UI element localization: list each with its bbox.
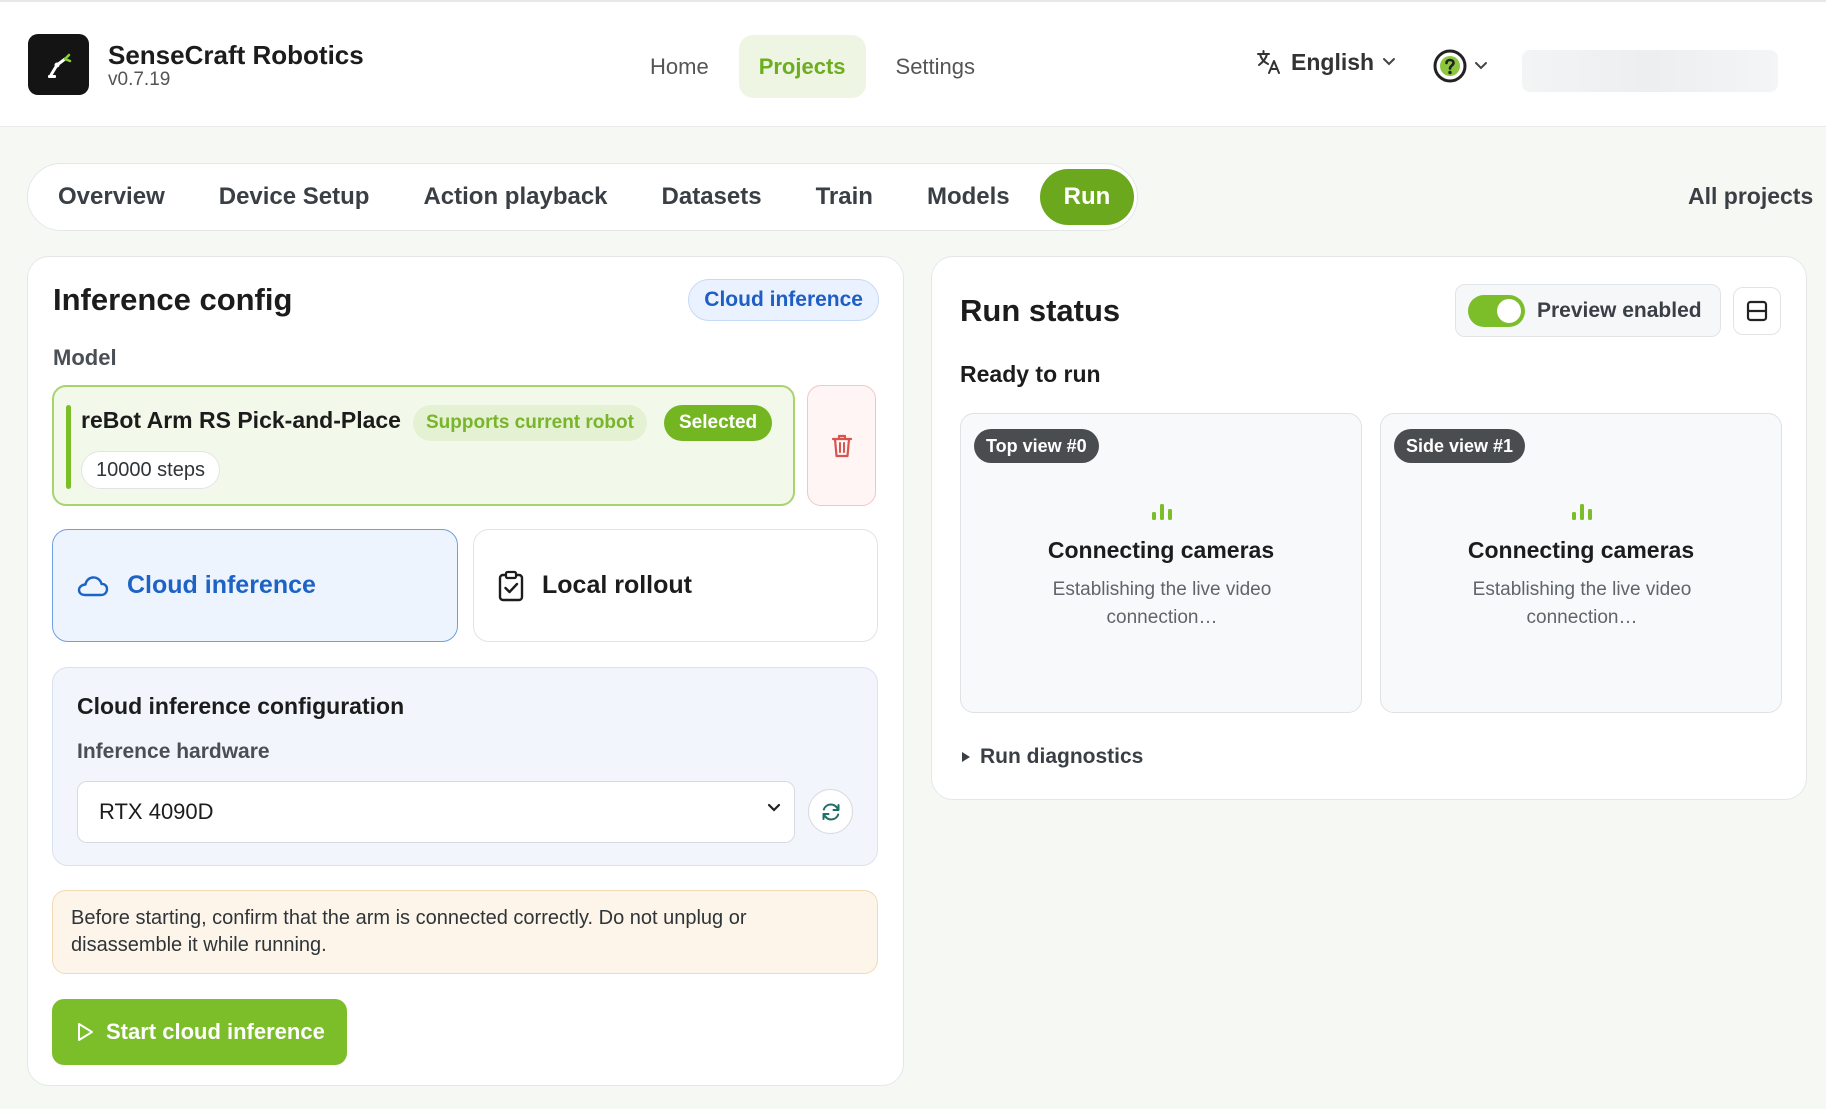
- config-title: Cloud inference configuration: [77, 693, 405, 719]
- nav-settings[interactable]: Settings: [876, 35, 996, 98]
- camera-subtitle: Establishing the live video connection…: [1052, 579, 1272, 628]
- all-projects-link[interactable]: All projects: [1688, 183, 1813, 210]
- connection-warning: Before starting, confirm that the arm is…: [52, 890, 878, 974]
- supports-robot-badge: Supports current robot: [413, 405, 647, 441]
- panel-title: Inference config: [53, 282, 293, 317]
- local-rollout-label: Local rollout: [542, 571, 692, 599]
- preview-switch[interactable]: [1468, 294, 1525, 327]
- delete-model-button[interactable]: [807, 385, 876, 506]
- tab-device-setup[interactable]: Device Setup: [195, 169, 394, 225]
- model-name: reBot Arm RS Pick-and-Place: [81, 407, 401, 433]
- camera-badge: Top view #0: [974, 429, 1099, 463]
- caret-right-icon: [962, 752, 970, 762]
- camera-subtitle: Establishing the live video connection…: [1472, 579, 1692, 628]
- tab-action-playback[interactable]: Action playback: [399, 169, 631, 225]
- preview-label: Preview enabled: [1537, 298, 1702, 322]
- user-account-area[interactable]: [1522, 50, 1778, 92]
- nav-home[interactable]: Home: [630, 35, 729, 98]
- app-version: v0.7.19: [108, 69, 171, 90]
- cloud-inference-option[interactable]: Cloud inference: [52, 529, 458, 642]
- selected-badge: Selected: [664, 405, 773, 441]
- inference-mode-badge: Cloud inference: [688, 279, 879, 321]
- hardware-value: RTX 4090D: [99, 799, 214, 824]
- layout-toggle-button[interactable]: [1733, 287, 1781, 335]
- run-status-title: Run status: [960, 293, 1121, 328]
- preview-toggle[interactable]: Preview enabled: [1455, 284, 1721, 337]
- inference-hardware-select[interactable]: RTX 4090D: [77, 781, 795, 843]
- refresh-hardware-button[interactable]: [808, 789, 853, 834]
- tab-overview[interactable]: Overview: [34, 169, 189, 225]
- chevron-down-icon: [1475, 62, 1487, 70]
- help-menu[interactable]: [1432, 48, 1488, 84]
- project-tabs: Overview Device Setup Action playback Da…: [27, 163, 1138, 231]
- model-label: Model: [53, 345, 117, 370]
- play-icon: [78, 1023, 93, 1041]
- camera-preview: Top view #0 Connecting cameras Establish…: [960, 413, 1362, 713]
- start-cloud-inference-button[interactable]: Start cloud inference: [52, 999, 347, 1065]
- chevron-down-icon: [1383, 58, 1396, 66]
- app-title: SenseCraft Robotics: [108, 40, 364, 70]
- translate-icon: [1257, 50, 1280, 74]
- model-steps: 10000 steps: [81, 451, 220, 489]
- inference-config-panel: Inference config Cloud inference Model r…: [27, 256, 904, 1086]
- help-circle-icon: [1433, 49, 1467, 83]
- clipboard-check-icon: [498, 570, 524, 601]
- robot-arm-logo-icon: [47, 53, 71, 78]
- camera-badge: Side view #1: [1394, 429, 1526, 463]
- split-layout-icon: [1746, 300, 1768, 322]
- camera-preview: Side view #1 Connecting cameras Establis…: [1380, 413, 1782, 713]
- trash-icon: [831, 434, 852, 457]
- run-diagnostics-toggle[interactable]: Run diagnostics: [960, 745, 1143, 769]
- start-button-label: Start cloud inference: [106, 1019, 325, 1044]
- language-selector[interactable]: English: [1255, 48, 1396, 76]
- camera-title: Connecting cameras: [1047, 537, 1275, 563]
- tab-run[interactable]: Run: [1039, 169, 1135, 225]
- hardware-label: Inference hardware: [77, 740, 270, 763]
- refresh-icon: [822, 802, 839, 821]
- cloud-icon: [77, 575, 109, 596]
- cloud-inference-label: Cloud inference: [127, 571, 316, 599]
- tab-models[interactable]: Models: [903, 169, 1034, 225]
- run-diagnostics-label: Run diagnostics: [980, 745, 1144, 768]
- app-logo[interactable]: [28, 34, 89, 95]
- signal-bars-icon: [1152, 504, 1172, 520]
- local-rollout-option[interactable]: Local rollout: [473, 529, 878, 642]
- language-label: English: [1291, 48, 1375, 75]
- chevron-down-icon: [767, 803, 781, 812]
- nav-projects[interactable]: Projects: [738, 35, 866, 98]
- main-nav: Home Projects Settings: [630, 35, 995, 98]
- cloud-config-section: Cloud inference configuration Inference …: [52, 667, 878, 866]
- signal-bars-icon: [1572, 504, 1592, 520]
- tab-datasets[interactable]: Datasets: [638, 169, 786, 225]
- model-accent-bar: [66, 405, 71, 489]
- run-status-text: Ready to run: [960, 361, 1101, 387]
- top-bar: SenseCraft Robotics v0.7.19 Home Project…: [0, 0, 1826, 127]
- tab-train[interactable]: Train: [792, 169, 897, 225]
- camera-title: Connecting cameras: [1467, 537, 1695, 563]
- model-card[interactable]: reBot Arm RS Pick-and-Place Supports cur…: [52, 385, 795, 506]
- run-status-panel: Run status Preview enabled Ready to run …: [931, 256, 1807, 800]
